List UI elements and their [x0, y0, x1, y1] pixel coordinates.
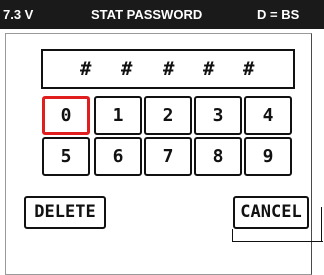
battery-voltage: 7.3 V [3, 7, 34, 22]
screen-title: STAT PASSWORD [91, 7, 203, 22]
key-0[interactable]: 0 [42, 96, 90, 135]
cancel-button-outline [232, 229, 323, 242]
password-field: # # # # # [41, 49, 295, 89]
password-mask-char: # [121, 58, 133, 80]
cancel-button[interactable]: CANCEL [233, 196, 309, 229]
password-mask-char: # [80, 58, 92, 80]
status-bar: 7.3 V STAT PASSWORD D = BS [0, 0, 324, 29]
key-4[interactable]: 4 [244, 96, 292, 135]
key-3[interactable]: 3 [194, 96, 242, 135]
key-6[interactable]: 6 [94, 137, 142, 176]
key-7[interactable]: 7 [144, 137, 192, 176]
key-1[interactable]: 1 [94, 96, 142, 135]
key-5[interactable]: 5 [42, 137, 90, 176]
key-8[interactable]: 8 [194, 137, 242, 176]
password-mask-char: # [243, 58, 255, 80]
password-mask-char: # [203, 58, 215, 80]
key-2[interactable]: 2 [144, 96, 192, 135]
delete-button[interactable]: DELETE [24, 196, 106, 229]
password-mask-char: # [163, 58, 175, 80]
mode-indicator: D = BS [257, 7, 300, 22]
key-9[interactable]: 9 [244, 137, 292, 176]
